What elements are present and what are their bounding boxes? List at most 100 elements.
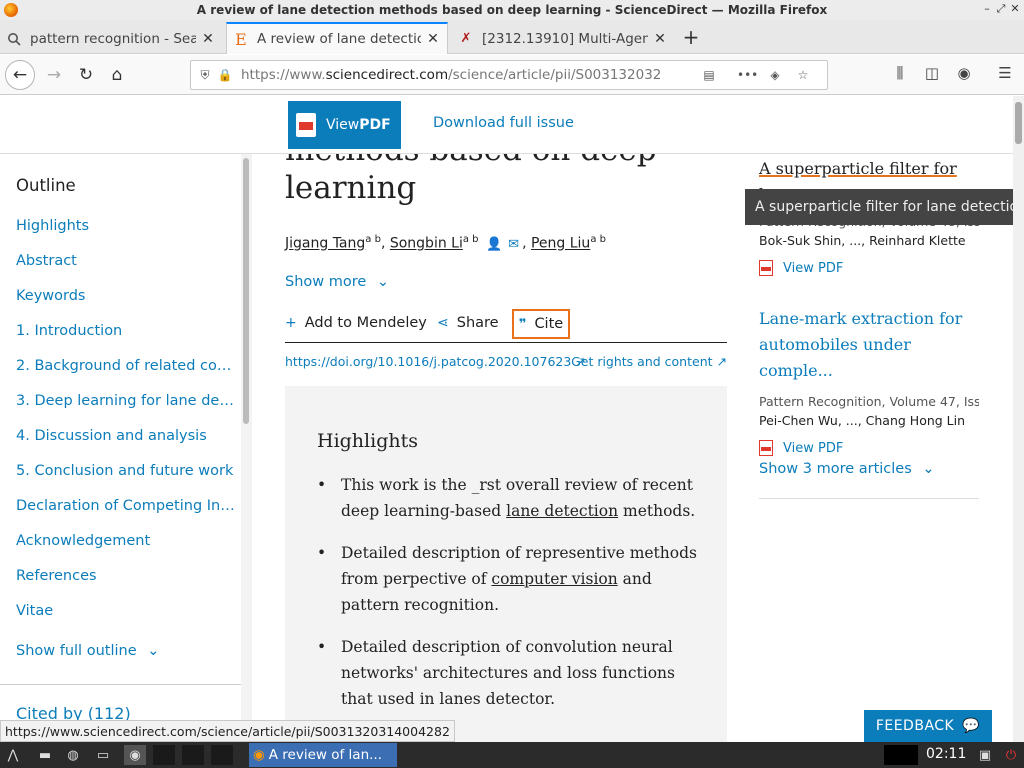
sidebar-icon[interactable]: ◫ — [921, 64, 943, 82]
outline-scrollbar[interactable] — [241, 154, 252, 742]
show-more-articles-button[interactable]: Show 3 more articles ⌄ — [759, 461, 979, 477]
recommended-title-link[interactable]: Lane-mark extraction for automobiles und… — [759, 306, 979, 384]
author-list: Jigang Tanga b, Songbin Lia b 👤 ✉, Peng L… — [285, 234, 606, 252]
doi-text: https://doi.org/10.1016/j.patcog.2020.10… — [285, 354, 572, 369]
workspace-1[interactable] — [153, 745, 175, 765]
menu-icon[interactable]: ☰ — [994, 64, 1016, 82]
author-link[interactable]: Peng Liu — [531, 236, 590, 252]
start-menu-icon[interactable]: ⋀ — [2, 745, 24, 765]
page-scrollbar[interactable] — [1013, 96, 1024, 742]
outline-item-background[interactable]: 2. Background of related convolutional n… — [16, 358, 238, 374]
outline-item-conclusion[interactable]: 5. Conclusion and future work — [16, 463, 238, 479]
author-affiliation: a b — [590, 234, 606, 245]
lock-icon[interactable]: 🔒 — [215, 68, 235, 82]
account-icon[interactable]: ◉ — [953, 64, 975, 82]
feedback-label: FEEDBACK — [875, 718, 955, 734]
shield-icon[interactable]: ⛨ — [195, 68, 215, 83]
minimize-icon[interactable]: – — [980, 2, 994, 15]
close-tab-icon[interactable]: ✕ — [652, 31, 668, 47]
tab-label: [2312.13910] Multi-Agen — [482, 30, 648, 47]
outline-scrollbar-thumb[interactable] — [243, 158, 249, 424]
outline-item-deep-learning[interactable]: 3. Deep learning for lane detection — [16, 393, 238, 409]
file-manager-icon[interactable]: ▭ — [92, 745, 114, 765]
author-link[interactable]: Jigang Tang — [285, 236, 365, 252]
network-icon[interactable]: ▣ — [974, 745, 996, 765]
reload-button[interactable]: ↻ — [72, 61, 100, 89]
rights-link[interactable]: Get rights and content ↗ — [571, 354, 727, 369]
tab-lane-detection[interactable]: E A review of lane detectio ✕ — [226, 22, 448, 54]
author-affiliation: a b — [365, 234, 381, 245]
outline-item-references[interactable]: References — [16, 568, 238, 584]
outline-item-introduction[interactable]: 1. Introduction — [16, 323, 238, 339]
outline-sidebar: Outline Highlights Abstract Keywords 1. … — [0, 154, 252, 742]
page-scrollbar-thumb[interactable] — [1015, 102, 1022, 144]
home-icon: ⌂ — [111, 65, 123, 85]
add-to-mendeley-button[interactable]: + Add to Mendeley — [285, 315, 427, 331]
show-more-label: Show more — [285, 274, 367, 290]
highlight-term-link[interactable]: lane detection — [506, 502, 618, 520]
plus-icon: + — [285, 315, 297, 331]
view-pdf-button[interactable]: View PDF — [288, 101, 401, 149]
highlight-item: This work is the _rst overall review of … — [317, 472, 701, 524]
doi-link[interactable]: https://doi.org/10.1016/j.patcog.2020.10… — [285, 354, 586, 369]
tab-pattern-recognition[interactable]: pattern recognition - Sea ✕ — [0, 23, 222, 54]
arxiv-icon: ✗ — [460, 31, 472, 46]
feedback-button[interactable]: FEEDBACK 💬 — [864, 710, 992, 742]
outline-item-declaration[interactable]: Declaration of Competing Interest — [16, 498, 238, 514]
author-link[interactable]: Songbin Li — [390, 236, 463, 252]
firefox-launcher-icon[interactable]: ◉ — [124, 745, 146, 765]
cite-button[interactable]: ❞ Cite — [512, 309, 570, 339]
navigation-toolbar: ← → ↻ ⌂ ⛨ 🔒 https://www.sciencedirect.co… — [0, 55, 1024, 95]
highlight-term-link[interactable]: computer vision — [491, 570, 617, 588]
star-icon[interactable]: ☆ — [793, 68, 813, 82]
share-icon: ⋖ — [437, 315, 449, 331]
reader-icon[interactable]: ▤ — [699, 68, 719, 82]
elsevier-icon: E — [235, 29, 247, 49]
url-bar[interactable]: ⛨ 🔒 https://www.sciencedirect.com/scienc… — [190, 60, 828, 90]
outline-item-keywords[interactable]: Keywords — [16, 288, 238, 304]
outline-item-vitae[interactable]: Vitae — [16, 603, 238, 619]
close-window-icon[interactable]: ✕ — [1008, 2, 1022, 15]
library-icon[interactable]: ⫼ — [889, 64, 911, 82]
close-tab-icon[interactable]: ✕ — [425, 31, 441, 47]
maximize-icon[interactable]: ⤢ — [994, 2, 1008, 16]
chevron-down-icon: ⌄ — [922, 461, 935, 477]
browser-launcher-icon[interactable]: ◍ — [62, 745, 84, 765]
email-icon[interactable]: ✉ — [508, 237, 519, 252]
workspace-3[interactable] — [211, 745, 233, 765]
article-actions: + Add to Mendeley ⋖ Share ❞ Cite — [285, 309, 727, 343]
person-icon[interactable]: 👤 — [486, 237, 502, 252]
power-icon[interactable]: ⏻ — [1000, 745, 1022, 765]
recommended-meta: Pattern Recognition, Volume 47, Iss... — [759, 394, 979, 409]
pdf-icon — [759, 260, 773, 276]
new-tab-button[interactable]: + — [678, 24, 704, 50]
highlights-heading: Highlights — [317, 430, 418, 452]
url-text[interactable]: https://www.sciencedirect.com/science/ar… — [241, 67, 693, 83]
recommended-view-pdf-link[interactable]: View PDF — [759, 440, 979, 456]
tab-bar: pattern recognition - Sea ✕ E A review o… — [0, 20, 1024, 54]
back-button[interactable]: ← — [5, 60, 35, 90]
pdf-icon — [296, 113, 316, 137]
desktop-icon[interactable]: ▬ — [34, 745, 56, 765]
pocket-icon[interactable]: ◈ — [765, 68, 785, 82]
share-button[interactable]: ⋖ Share — [437, 315, 499, 331]
show-more-button[interactable]: Show more ⌄ — [285, 274, 389, 290]
tab-arxiv[interactable]: ✗ [2312.13910] Multi-Agen ✕ — [452, 23, 674, 54]
window-titlebar: A review of lane detection methods based… — [0, 0, 1024, 20]
outline-item-highlights[interactable]: Highlights — [16, 218, 238, 234]
forward-button[interactable]: → — [40, 61, 68, 89]
close-tab-icon[interactable]: ✕ — [200, 31, 216, 47]
download-full-issue-link[interactable]: Download full issue — [433, 115, 574, 131]
outline-item-acknowledgement[interactable]: Acknowledgement — [16, 533, 238, 549]
article-title-line2: learning — [285, 170, 417, 206]
more-icon[interactable]: ••• — [737, 68, 758, 82]
show-full-outline-link[interactable]: Show full outline ⌄ — [16, 643, 238, 659]
cite-label: Cite — [534, 316, 564, 332]
home-button[interactable]: ⌂ — [103, 61, 131, 89]
recommended-view-pdf-link[interactable]: View PDF — [759, 260, 979, 276]
workspace-2[interactable] — [182, 745, 204, 765]
recommended-authors: Pei-Chen Wu, ..., Chang Hong Lin — [759, 413, 966, 428]
outline-item-discussion[interactable]: 4. Discussion and analysis — [16, 428, 238, 444]
taskbar-window-button[interactable]: ◉ A review of lan... — [249, 743, 397, 767]
outline-item-abstract[interactable]: Abstract — [16, 253, 238, 269]
